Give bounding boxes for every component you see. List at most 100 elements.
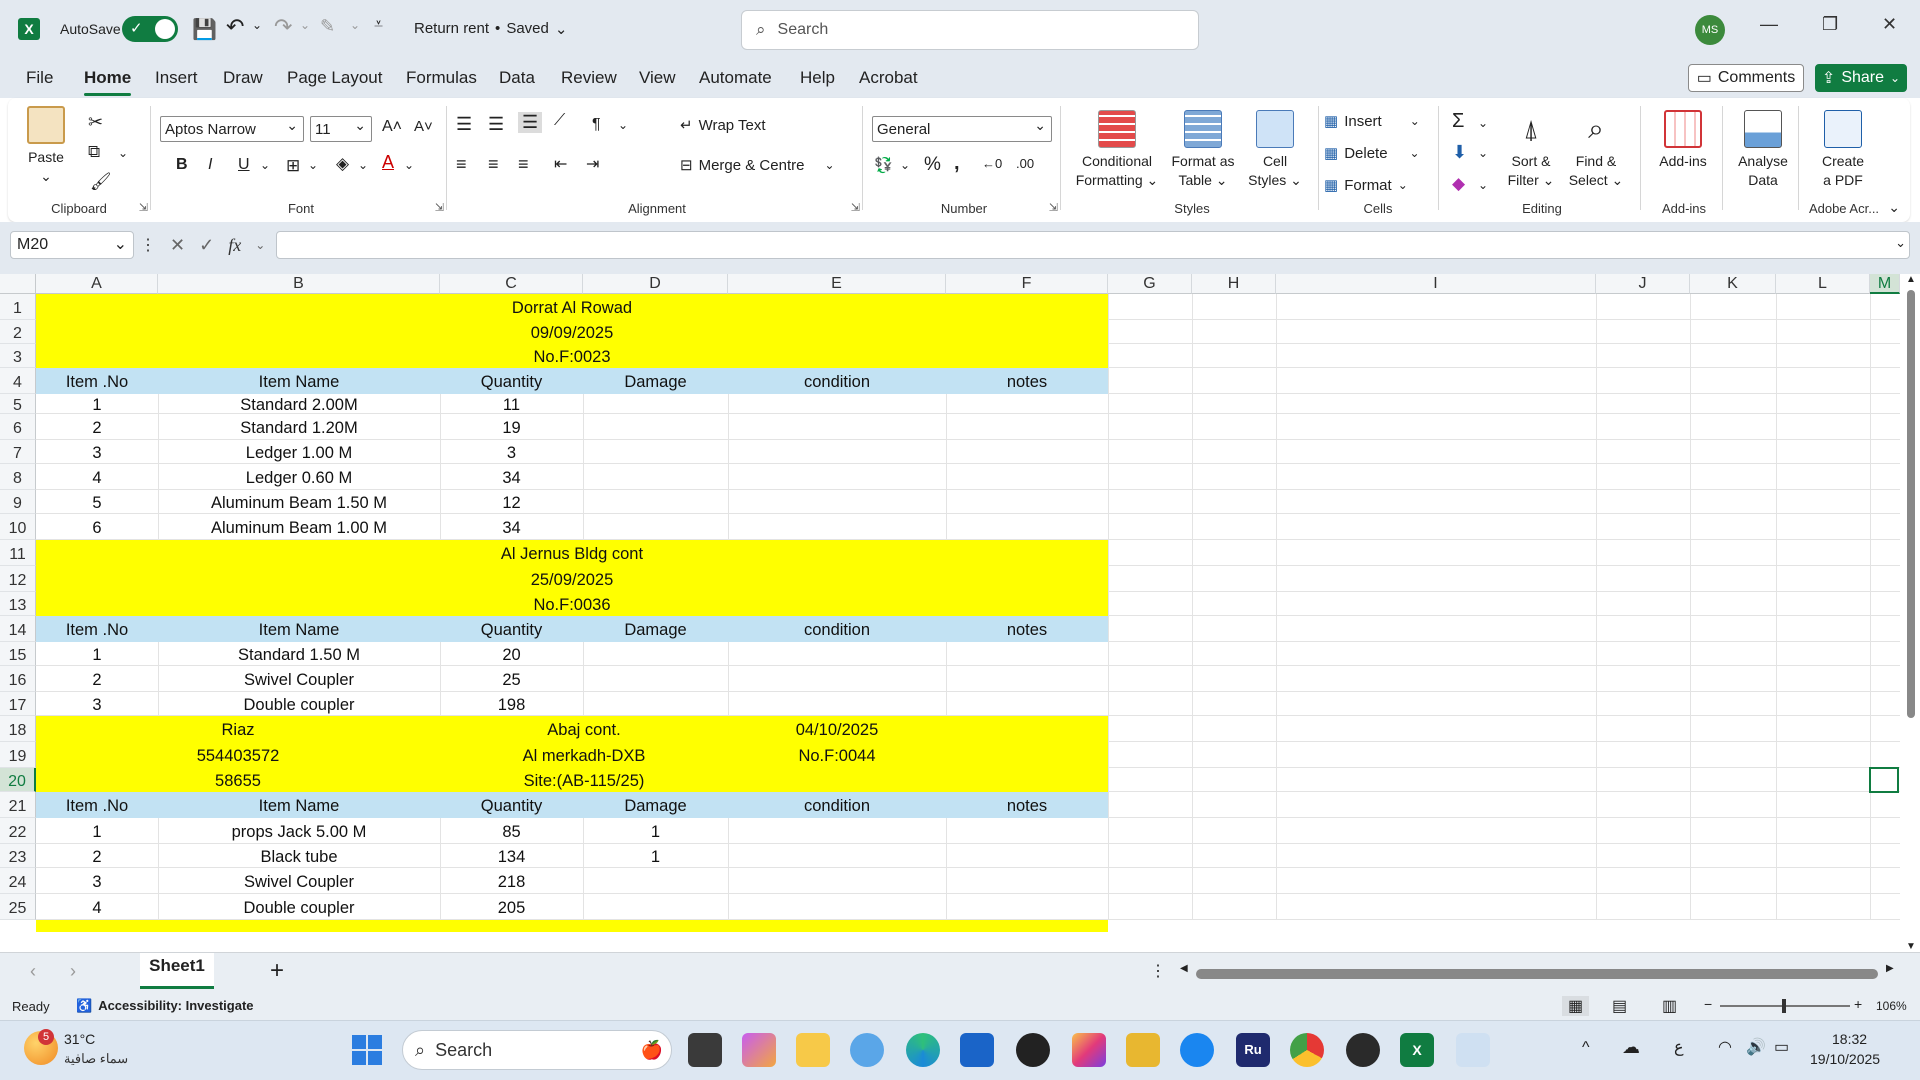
table-cell[interactable]: 2 bbox=[36, 844, 158, 868]
ribbon-collapse-icon[interactable]: ⌄ bbox=[1888, 199, 1900, 216]
app-icon-chatgpt[interactable] bbox=[1016, 1033, 1050, 1067]
row-header-5[interactable]: 5 bbox=[0, 394, 36, 414]
currency-dropdown-icon[interactable]: ⌄ bbox=[900, 158, 910, 172]
row-header-23[interactable]: 23 bbox=[0, 844, 36, 868]
column-title-2[interactable]: Item Name bbox=[158, 616, 440, 642]
clock-time[interactable]: 18:32 bbox=[1832, 1031, 1867, 1047]
align-middle-icon[interactable]: ☰ bbox=[488, 114, 504, 135]
increase-indent-icon[interactable]: ⇥ bbox=[586, 154, 599, 174]
tray-chevron-icon[interactable]: ^ bbox=[1582, 1039, 1590, 1057]
page-layout-view-icon[interactable]: ▤ bbox=[1612, 996, 1627, 1016]
column-header-d[interactable]: D bbox=[583, 274, 728, 294]
dialog-launcher-icon[interactable]: ⇲ bbox=[139, 201, 148, 214]
delete-cells-button[interactable]: ▦ Delete ⌄ bbox=[1324, 144, 1420, 163]
save-icon[interactable]: 💾 bbox=[192, 17, 217, 42]
table-cell[interactable]: 6 bbox=[36, 514, 158, 540]
app-icon-help[interactable] bbox=[850, 1033, 884, 1067]
language-indicator[interactable]: ع bbox=[1674, 1037, 1684, 1057]
table-cell[interactable]: 25 bbox=[440, 666, 583, 692]
normal-view-icon[interactable]: ▦ bbox=[1562, 996, 1590, 1016]
row-header-16[interactable]: 16 bbox=[0, 666, 36, 692]
customize-qat-icon[interactable]: ⩡ bbox=[374, 16, 383, 34]
table-cell[interactable]: 1 bbox=[36, 642, 158, 666]
avatar[interactable]: MS bbox=[1695, 15, 1725, 45]
direction-dropdown-icon[interactable]: ⌄ bbox=[618, 118, 628, 132]
table-cell[interactable]: 198 bbox=[440, 692, 583, 716]
column-header-l[interactable]: L bbox=[1776, 274, 1870, 294]
row-header-22[interactable]: 22 bbox=[0, 818, 36, 844]
tab-page-layout[interactable]: Page Layout bbox=[287, 68, 382, 88]
cell-styles-button[interactable]: Cell Styles ⌄ bbox=[1242, 110, 1308, 190]
minimize-icon[interactable]: — bbox=[1760, 14, 1778, 35]
active-cell-selection[interactable] bbox=[1869, 767, 1899, 793]
fill-color-icon[interactable]: ◈ bbox=[336, 154, 349, 174]
borders-dropdown-icon[interactable]: ⌄ bbox=[308, 158, 318, 172]
scroll-up-icon[interactable]: ▲ bbox=[1906, 274, 1916, 285]
column-title-2[interactable]: Item Name bbox=[158, 792, 440, 818]
page-break-view-icon[interactable]: ▥ bbox=[1662, 996, 1677, 1016]
column-title-5[interactable]: condition bbox=[728, 368, 946, 394]
row-header-2[interactable]: 2 bbox=[0, 320, 36, 344]
search-bar[interactable]: ⌕ Search bbox=[741, 10, 1199, 50]
table-cell[interactable]: 1 bbox=[36, 394, 158, 414]
table-cell[interactable]: 1 bbox=[36, 818, 158, 844]
column-title-4[interactable]: Damage bbox=[583, 792, 728, 818]
table-cell[interactable]: Black tube bbox=[158, 844, 440, 868]
copy-dropdown-icon[interactable]: ⌄ bbox=[118, 146, 128, 160]
clock-date[interactable]: 19/10/2025 bbox=[1810, 1051, 1880, 1067]
block1-date[interactable]: 09/09/2025 bbox=[36, 320, 1108, 344]
copy-icon[interactable]: ⧉ bbox=[88, 142, 100, 162]
column-header-i[interactable]: I bbox=[1276, 274, 1596, 294]
comments-button[interactable]: ▭ Comments bbox=[1688, 64, 1804, 92]
table-cell[interactable]: 4 bbox=[36, 894, 158, 920]
tray-network-status-icon[interactable]: ☁ bbox=[1622, 1037, 1640, 1058]
block2-number[interactable]: No.F:0036 bbox=[36, 592, 1108, 616]
paragraph-direction-icon[interactable]: ¶ bbox=[592, 116, 601, 134]
app-icon-file-explorer[interactable] bbox=[796, 1033, 830, 1067]
align-center-icon[interactable]: ≡ bbox=[488, 154, 499, 175]
autosave-toggle[interactable]: ✓ bbox=[122, 16, 178, 42]
block3-field[interactable]: No.F:0044 bbox=[728, 742, 946, 768]
battery-icon[interactable]: ▭ bbox=[1774, 1037, 1789, 1057]
share-button[interactable]: ⇪ Share ⌄ bbox=[1815, 64, 1907, 92]
fill-icon[interactable]: ⬇ bbox=[1452, 142, 1467, 163]
row-header-15[interactable]: 15 bbox=[0, 642, 36, 666]
block3-field[interactable]: Site:(AB-115/25) bbox=[440, 768, 728, 792]
row-header-3[interactable]: 3 bbox=[0, 344, 36, 368]
block1-title[interactable]: Dorrat Al Rowad bbox=[36, 294, 1108, 320]
sheet-tab-sheet1[interactable]: Sheet1 bbox=[140, 953, 214, 989]
taskbar-search[interactable]: ⌕ Search 🍎 bbox=[402, 1030, 672, 1070]
table-cell[interactable]: 34 bbox=[440, 514, 583, 540]
row-header-19[interactable]: 19 bbox=[0, 742, 36, 768]
close-icon[interactable]: ✕ bbox=[1882, 14, 1897, 35]
table-cell[interactable] bbox=[583, 894, 728, 920]
app-icon-powerbi[interactable] bbox=[1126, 1033, 1160, 1067]
column-header-g[interactable]: G bbox=[1108, 274, 1192, 294]
formula-input[interactable] bbox=[276, 231, 1910, 259]
scroll-right-icon[interactable]: ▶ bbox=[1886, 963, 1894, 974]
column-title-6[interactable]: notes bbox=[946, 792, 1108, 818]
column-title-4[interactable]: Damage bbox=[583, 368, 728, 394]
column-header-m[interactable]: M bbox=[1870, 274, 1900, 294]
table-cell[interactable]: 205 bbox=[440, 894, 583, 920]
format-painter-icon[interactable]: 🖌 bbox=[90, 172, 112, 192]
table-cell[interactable]: props Jack 5.00 M bbox=[158, 818, 440, 844]
dialog-launcher-icon[interactable]: ⇲ bbox=[851, 201, 860, 214]
autosum-dropdown-icon[interactable]: ⌄ bbox=[1478, 116, 1488, 130]
row-header-20[interactable]: 20 bbox=[0, 768, 36, 792]
zoom-out-icon[interactable]: − bbox=[1704, 996, 1712, 1012]
table-cell[interactable]: 3 bbox=[36, 868, 158, 894]
column-title-1[interactable]: Item .No bbox=[36, 616, 158, 642]
scroll-thumb[interactable] bbox=[1907, 290, 1915, 718]
row-header-18[interactable]: 18 bbox=[0, 716, 36, 742]
increase-decimal-icon[interactable]: ←0 bbox=[982, 156, 1002, 171]
row-header-24[interactable]: 24 bbox=[0, 868, 36, 894]
more-options-icon[interactable]: ⋮ bbox=[1150, 961, 1166, 981]
app-icon-snipping[interactable] bbox=[1456, 1033, 1490, 1067]
redo-icon[interactable]: ↷ bbox=[274, 14, 292, 40]
currency-icon[interactable]: 💱 bbox=[874, 156, 893, 174]
table-cell[interactable]: Double coupler bbox=[158, 692, 440, 716]
row-header-6[interactable]: 6 bbox=[0, 414, 36, 440]
table-cell[interactable]: Aluminum Beam 1.50 M bbox=[158, 490, 440, 514]
wifi-icon[interactable]: ◠ bbox=[1718, 1037, 1732, 1057]
